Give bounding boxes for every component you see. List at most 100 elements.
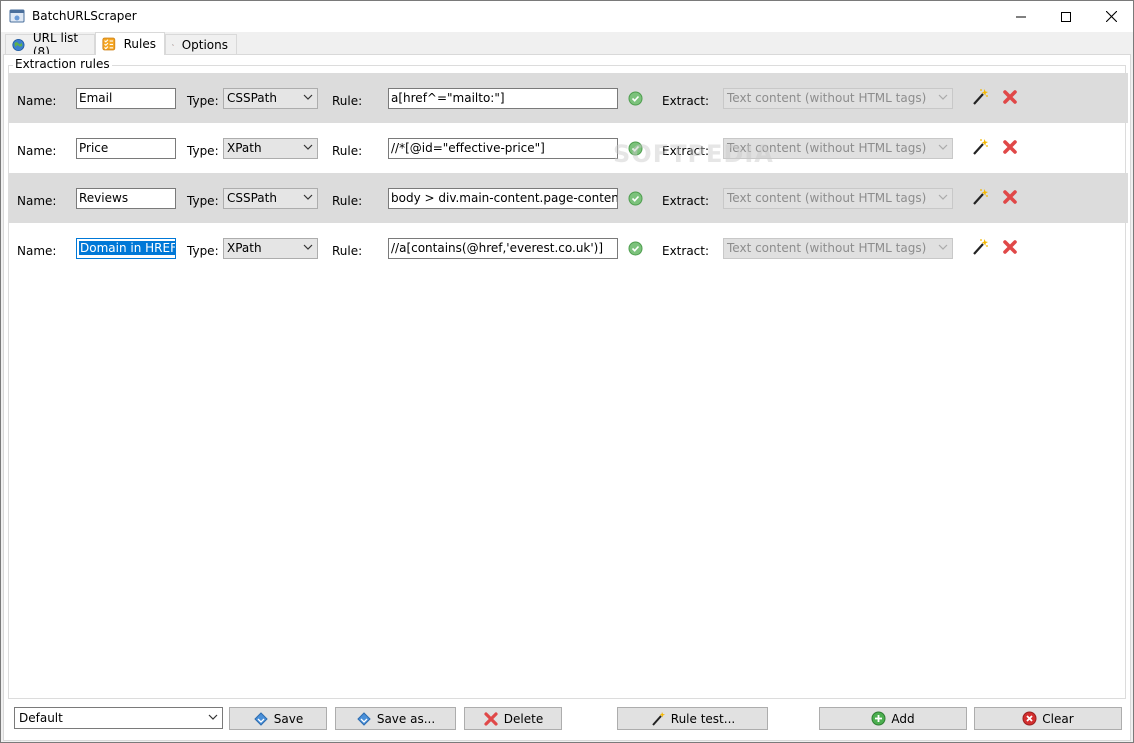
- clear-icon: [1022, 711, 1037, 726]
- rule-expression-input[interactable]: //a[contains(@href,'everest.co.uk')]: [388, 238, 618, 259]
- maximize-icon: [1061, 11, 1071, 22]
- save-as-icon: [357, 711, 371, 726]
- type-label: Type:: [187, 144, 219, 158]
- extract-value: Text content (without HTML tags): [727, 241, 927, 255]
- delete-rule-icon[interactable]: [1001, 188, 1019, 206]
- magic-wand-icon[interactable]: [971, 188, 989, 206]
- extract-label: Extract:: [662, 94, 710, 108]
- chevron-down-icon: [938, 194, 948, 200]
- profile-value: Default: [19, 711, 63, 725]
- name-label: Name:: [17, 244, 57, 258]
- extract-label: Extract:: [662, 244, 710, 258]
- app-window: BatchURLScraper URL list (8) Rules Optio…: [0, 0, 1134, 743]
- magic-wand-icon[interactable]: [971, 238, 989, 256]
- chevron-down-icon: [303, 244, 313, 250]
- add-icon: [871, 711, 886, 726]
- tools-icon: [172, 44, 174, 46]
- chevron-down-icon: [303, 144, 313, 150]
- close-button[interactable]: [1088, 1, 1134, 32]
- rule-row: Name: Email Type: CSSPath Rule: a[href^=…: [8, 73, 1128, 123]
- rule-expression-input[interactable]: body > div.main-content.page-content.con…: [388, 188, 618, 209]
- chevron-down-icon: [208, 714, 218, 720]
- name-label: Name:: [17, 144, 57, 158]
- delete-label: Delete: [503, 711, 544, 726]
- rule-type-value: CSSPath: [227, 191, 277, 205]
- valid-check-icon: [628, 191, 643, 206]
- checklist-icon: [102, 37, 116, 51]
- rule-row: Name: Reviews Type: CSSPath Rule: body >…: [8, 173, 1128, 223]
- name-label: Name:: [17, 194, 57, 208]
- magic-wand-icon[interactable]: [971, 138, 989, 156]
- type-label: Type:: [187, 244, 219, 258]
- title-bar: BatchURLScraper: [1, 1, 1133, 32]
- rule-label: Rule:: [332, 194, 363, 208]
- globe-icon: [12, 38, 25, 52]
- name-label: Name:: [17, 94, 57, 108]
- group-title: Extraction rules: [13, 57, 112, 71]
- rule-type-select[interactable]: XPath: [223, 238, 318, 259]
- rule-type-value: XPath: [227, 141, 262, 155]
- save-as-button[interactable]: Save as...: [335, 707, 456, 730]
- rule-label: Rule:: [332, 94, 363, 108]
- rule-name-input[interactable]: Domain in HREF: [76, 238, 176, 259]
- chevron-down-icon: [938, 94, 948, 100]
- rule-row: Name: Price Type: XPath Rule: //*[@id="e…: [8, 123, 1128, 173]
- profile-select[interactable]: Default: [14, 707, 223, 729]
- rule-test-label: Rule test...: [670, 711, 736, 726]
- rule-expression-input[interactable]: a[href^="mailto:"]: [388, 88, 618, 109]
- rule-label: Rule:: [332, 144, 363, 158]
- tab-strip: URL list (8) Rules Options: [3, 31, 1131, 59]
- rule-type-select[interactable]: CSSPath: [223, 188, 318, 209]
- valid-check-icon: [628, 91, 643, 106]
- app-icon: [9, 9, 25, 23]
- save-as-label: Save as...: [376, 711, 436, 726]
- chevron-down-icon: [938, 144, 948, 150]
- delete-button[interactable]: Delete: [464, 707, 562, 730]
- rule-name-input[interactable]: Email: [76, 88, 176, 109]
- rule-label: Rule:: [332, 244, 363, 258]
- rule-name-input[interactable]: Price: [76, 138, 176, 159]
- type-label: Type:: [187, 94, 219, 108]
- extract-select[interactable]: Text content (without HTML tags): [723, 238, 953, 259]
- watermark: SOFTPEDIA: [613, 140, 774, 168]
- extract-value: Text content (without HTML tags): [727, 191, 927, 205]
- clear-button[interactable]: Clear: [974, 707, 1122, 730]
- tab-label: Options: [181, 38, 228, 52]
- extract-label: Extract:: [662, 194, 710, 208]
- rule-name-input[interactable]: Reviews: [76, 188, 176, 209]
- tab-url-list[interactable]: URL list (8): [5, 31, 95, 59]
- valid-check-icon: [628, 241, 643, 256]
- window-title: BatchURLScraper: [32, 9, 137, 23]
- tab-label: Rules: [123, 37, 156, 51]
- chevron-down-icon: [303, 94, 313, 100]
- extract-select[interactable]: Text content (without HTML tags): [723, 188, 953, 209]
- delete-x-icon: [484, 711, 498, 726]
- delete-rule-icon[interactable]: [1001, 88, 1019, 106]
- minimize-icon: [1016, 16, 1026, 17]
- magic-wand-icon[interactable]: [971, 88, 989, 106]
- type-label: Type:: [187, 194, 219, 208]
- delete-rule-icon[interactable]: [1001, 238, 1019, 256]
- delete-rule-icon[interactable]: [1001, 138, 1019, 156]
- extract-select[interactable]: Text content (without HTML tags): [723, 88, 953, 109]
- rule-type-value: XPath: [227, 241, 262, 255]
- extract-value: Text content (without HTML tags): [727, 91, 927, 105]
- tab-options[interactable]: Options: [165, 34, 237, 55]
- rule-expression-input[interactable]: //*[@id="effective-price"]: [388, 138, 618, 159]
- rule-test-button[interactable]: Rule test...: [617, 707, 768, 730]
- rule-row: Name: Domain in HREF Type: XPath Rule: /…: [8, 223, 1128, 273]
- save-label: Save: [273, 711, 304, 726]
- tab-rules[interactable]: Rules: [95, 32, 165, 55]
- save-icon: [254, 711, 268, 726]
- clear-label: Clear: [1042, 711, 1074, 726]
- rule-type-value: CSSPath: [227, 91, 277, 105]
- add-label: Add: [891, 711, 915, 726]
- rule-type-select[interactable]: XPath: [223, 138, 318, 159]
- close-icon: [1105, 11, 1117, 22]
- maximize-button[interactable]: [1043, 1, 1089, 32]
- rule-type-select[interactable]: CSSPath: [223, 88, 318, 109]
- minimize-button[interactable]: [998, 1, 1044, 32]
- add-button[interactable]: Add: [819, 707, 967, 730]
- save-button[interactable]: Save: [229, 707, 327, 730]
- chevron-down-icon: [303, 194, 313, 200]
